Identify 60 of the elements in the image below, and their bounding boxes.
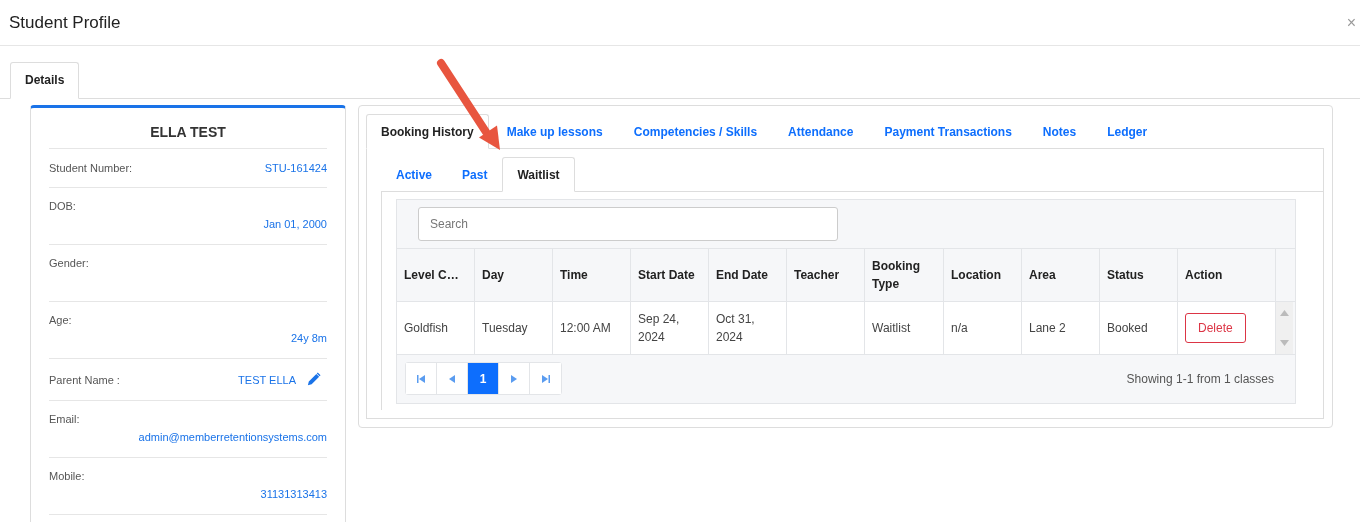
column-header: Level C… xyxy=(397,249,475,301)
table-cell: n/a xyxy=(944,302,1022,354)
window-title: Student Profile xyxy=(9,12,121,33)
section-tab[interactable]: Ledger xyxy=(1103,114,1152,149)
table-cell: Lane 2 xyxy=(1022,302,1100,354)
table-cell: Goldfish xyxy=(397,302,475,354)
field-label: Email: xyxy=(49,413,81,425)
section-tab[interactable]: Competencies / Skills xyxy=(629,114,762,149)
table-cell: Sep 24, 2024 xyxy=(631,302,709,354)
next-icon xyxy=(511,374,517,383)
filter-tab[interactable]: Waitlist xyxy=(502,157,575,192)
column-header: Start Date xyxy=(631,249,709,301)
first-page-button[interactable] xyxy=(406,363,437,394)
table-cell: 12:00 AM xyxy=(553,302,631,354)
field-value: admin@memberretentionsystems.com xyxy=(138,431,327,443)
column-header: Status xyxy=(1100,249,1178,301)
column-header: End Date xyxy=(709,249,787,301)
field-label: Mobile: xyxy=(49,470,86,482)
pencil-icon[interactable] xyxy=(306,372,321,387)
column-header: Location xyxy=(944,249,1022,301)
section-tab[interactable]: Attendance xyxy=(784,114,858,149)
student-name: ELLA TEST xyxy=(49,124,327,149)
filter-tab[interactable]: Past xyxy=(447,157,503,192)
column-header: Area xyxy=(1022,249,1100,301)
section-tab[interactable]: Make up lessons xyxy=(502,114,607,149)
field-label: Student Number: xyxy=(49,162,133,174)
pagination-summary: Showing 1-1 from 1 classes xyxy=(1126,371,1274,386)
details-tab[interactable]: Details xyxy=(10,62,80,99)
section-tab[interactable]: Notes xyxy=(1038,114,1081,149)
column-header: Action xyxy=(1178,249,1276,301)
filter-tab[interactable]: Active xyxy=(381,157,448,192)
section-tab[interactable]: Payment Transactions xyxy=(880,114,1016,149)
close-button[interactable]: × xyxy=(1346,13,1356,32)
delete-button[interactable]: Delete xyxy=(1185,313,1246,343)
table-cell: Booked xyxy=(1100,302,1178,354)
section-tab[interactable]: Booking History xyxy=(366,114,489,149)
field-label: DOB: xyxy=(49,200,77,212)
table-cell: Waitlist xyxy=(865,302,944,354)
field-label: Parent Name : xyxy=(49,373,120,386)
scroll-down-icon[interactable] xyxy=(1280,340,1289,346)
column-header: Day xyxy=(475,249,553,301)
column-header: Teacher xyxy=(787,249,865,301)
field-value: 31131313413 xyxy=(260,488,327,500)
first-page-icon xyxy=(417,374,425,383)
field-label: Age: xyxy=(49,314,73,326)
table-cell: Tuesday xyxy=(475,302,553,354)
scrollbar[interactable] xyxy=(1276,302,1293,354)
field-value: TEST ELLA xyxy=(238,373,296,386)
scroll-up-icon[interactable] xyxy=(1280,310,1289,316)
column-header: Booking Type xyxy=(865,249,944,301)
search-field[interactable]: Search xyxy=(418,207,838,241)
previous-icon xyxy=(449,374,455,383)
table-cell: Oct 31, 2024 xyxy=(709,302,787,354)
page-button[interactable]: 1 xyxy=(468,363,499,394)
field-value: 24y 8m xyxy=(290,332,327,344)
field-value: Jan 01, 2000 xyxy=(263,218,327,230)
last-page-icon xyxy=(541,374,550,383)
field-value: STU-161424 xyxy=(264,162,327,174)
field-label: Gender: xyxy=(49,257,90,269)
column-header: Time xyxy=(553,249,631,301)
